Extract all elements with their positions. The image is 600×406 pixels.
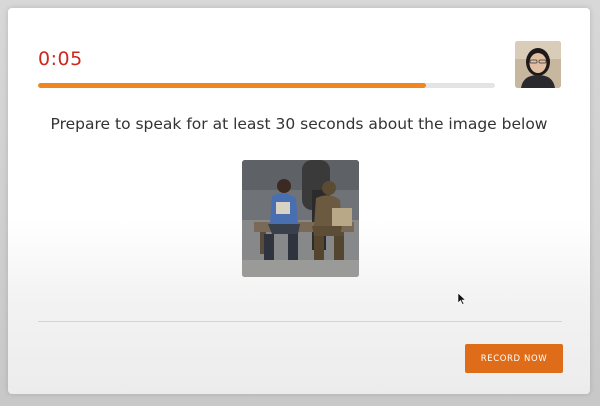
task-prompt: Prepare to speak for at least 30 seconds… bbox=[50, 115, 548, 133]
footer-divider bbox=[38, 321, 562, 322]
screen-background: 0:05 Prepare to speak for at least 30 se… bbox=[0, 0, 600, 406]
record-now-button[interactable]: RECORD NOW bbox=[465, 344, 563, 373]
webcam-person-icon bbox=[515, 41, 561, 88]
progress-bar bbox=[38, 83, 495, 88]
progress-bar-fill bbox=[38, 83, 427, 88]
countdown-timer: 0:05 bbox=[38, 48, 83, 70]
statue-bench-photo-icon bbox=[242, 160, 359, 277]
webcam-preview bbox=[515, 41, 561, 88]
mouse-cursor-icon bbox=[458, 293, 466, 305]
question-card: 0:05 Prepare to speak for at least 30 se… bbox=[8, 8, 590, 394]
prompt-image bbox=[242, 160, 359, 277]
